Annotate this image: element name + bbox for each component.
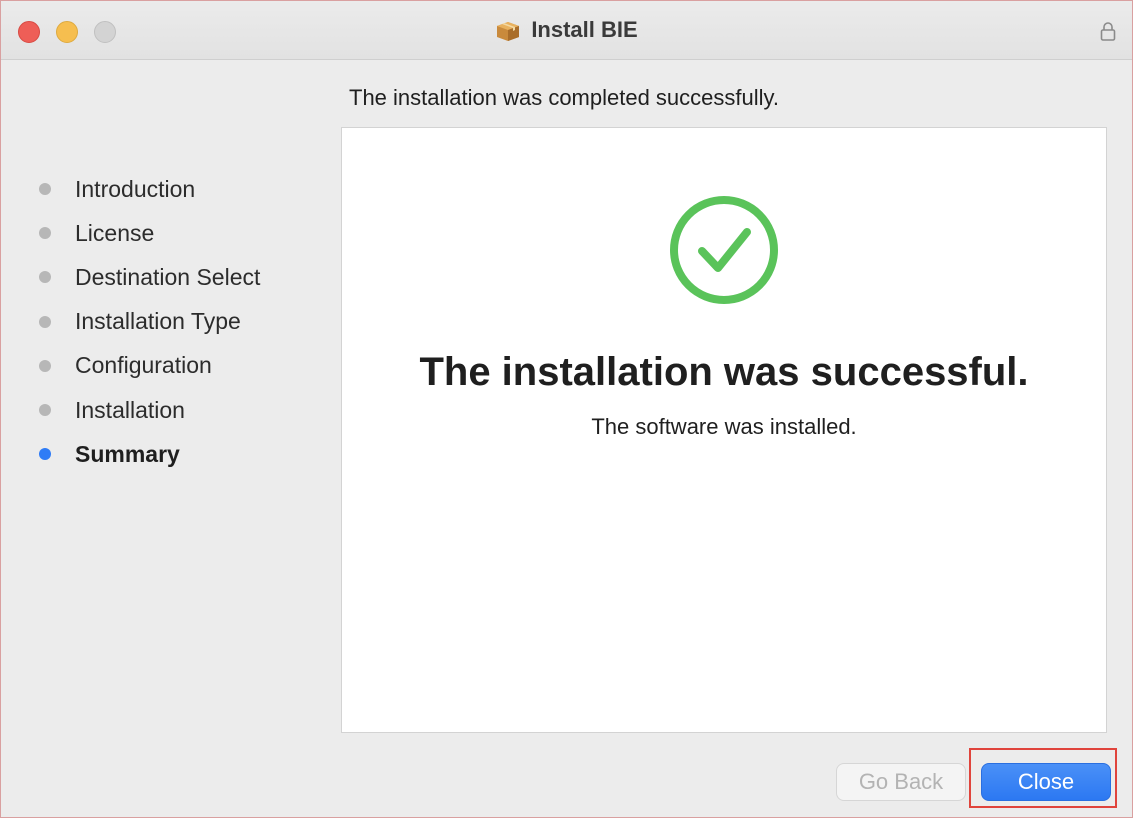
go-back-button[interactable]: Go Back — [836, 763, 966, 801]
lock-icon — [1100, 22, 1116, 41]
content-panel: The installation was successful. The sof… — [341, 127, 1107, 733]
step-dot-icon — [39, 404, 51, 417]
step-label: License — [75, 219, 155, 246]
sidebar-step-destination-select: Destination Select — [39, 255, 260, 299]
step-dot-icon — [39, 227, 51, 240]
step-label: Configuration — [75, 352, 212, 379]
check-circle-icon — [670, 196, 778, 304]
success-subtitle: The software was installed. — [591, 414, 857, 439]
title-group: Install BIE — [1, 17, 1132, 43]
step-dot-icon — [39, 359, 51, 372]
status-heading: The installation was completed successfu… — [349, 85, 780, 110]
step-label: Introduction — [75, 175, 196, 202]
package-icon — [497, 22, 520, 41]
step-label: Summary — [75, 440, 180, 467]
sidebar-step-installation: Installation — [39, 388, 260, 432]
step-label: Destination Select — [75, 263, 261, 290]
step-dot-icon — [39, 183, 51, 196]
success-title: The installation was successful. — [419, 350, 1029, 394]
step-dot-icon — [39, 271, 51, 284]
step-dot-icon — [39, 315, 51, 328]
step-label: Installation — [75, 396, 185, 423]
sidebar-step-license: License — [39, 211, 260, 255]
step-label: Installation Type — [75, 308, 241, 335]
sidebar-step-configuration: Configuration — [39, 344, 260, 388]
sidebar-step-introduction: Introduction — [39, 167, 260, 211]
window-title: Install BIE — [531, 17, 638, 42]
installer-window: Install BIE The installation was complet… — [0, 0, 1133, 818]
sidebar-step-installation-type: Installation Type — [39, 300, 260, 344]
sidebar-step-summary: Summary — [39, 432, 260, 476]
close-button[interactable]: Close — [981, 763, 1111, 801]
step-dot-active-icon — [39, 448, 51, 461]
steps-sidebar: Introduction License Destination Select … — [39, 167, 260, 476]
title-bar[interactable]: Install BIE — [1, 1, 1132, 60]
